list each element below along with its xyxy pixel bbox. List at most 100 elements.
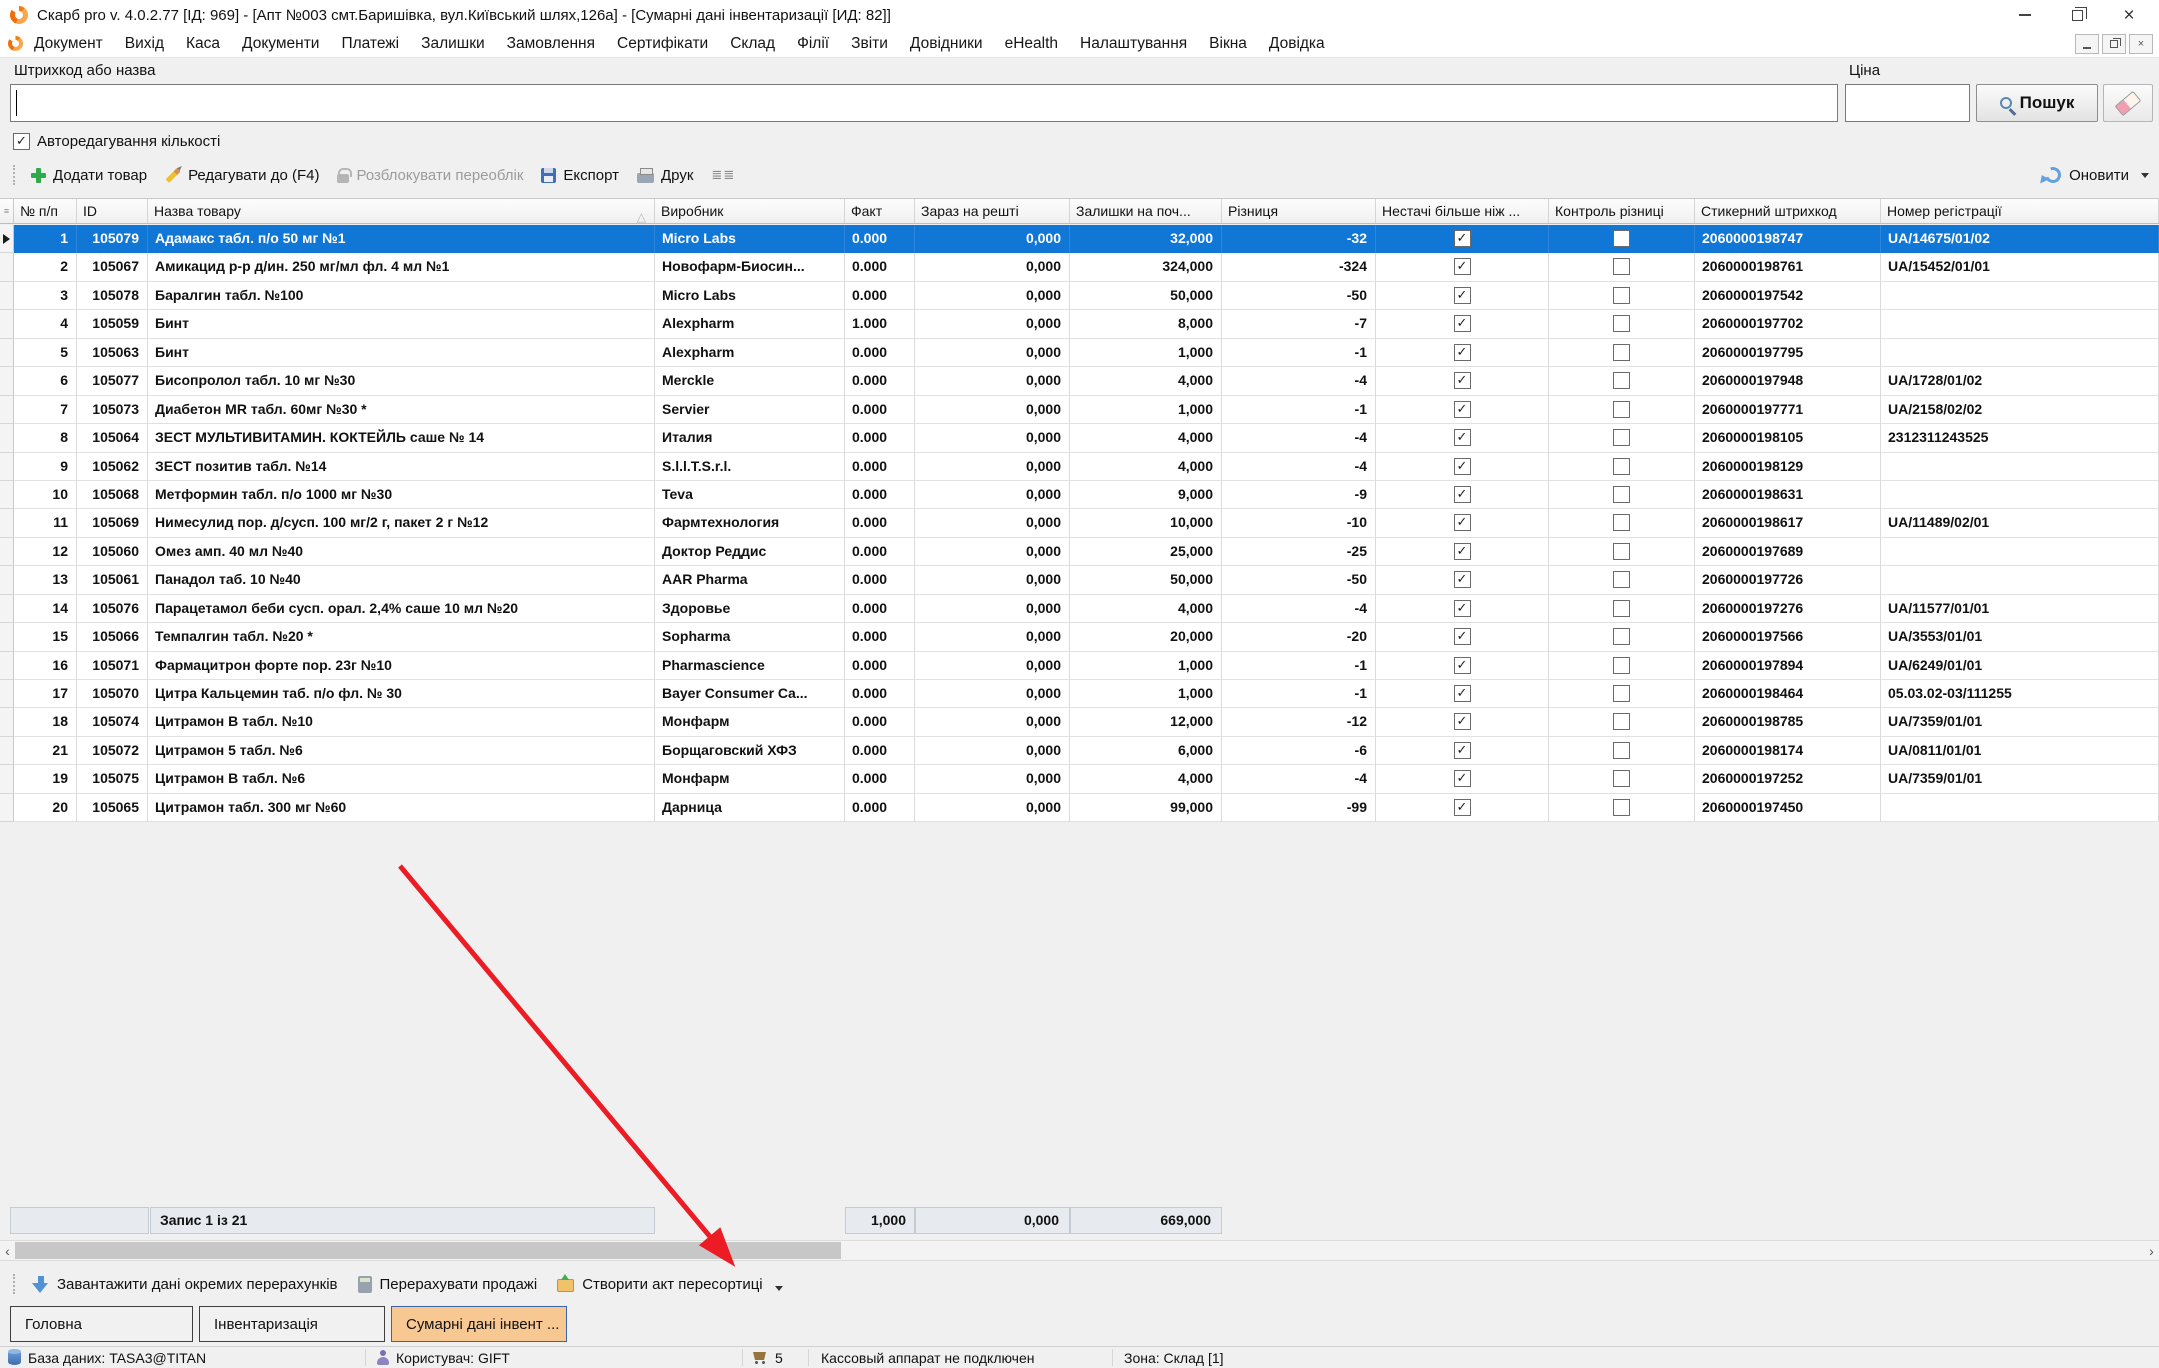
sticker-cell[interactable]: 2060000197795 xyxy=(1695,339,1881,367)
diff-cell[interactable]: -4 xyxy=(1222,595,1376,623)
shortage-cell[interactable]: ✓ xyxy=(1376,339,1549,367)
name-cell[interactable]: Парацетамол беби сусп. орал. 2,4% саше 1… xyxy=(148,595,655,623)
id-cell[interactable]: 105060 xyxy=(77,538,148,566)
row-gutter-cell[interactable] xyxy=(0,708,14,736)
n-cell[interactable]: 20 xyxy=(14,794,77,822)
reg-cell[interactable]: UA/7359/01/01 xyxy=(1881,708,2159,736)
table-row-18[interactable]: 18105074Цитрамон В табл. №10Монфарм0.000… xyxy=(0,708,2159,736)
table-row-8[interactable]: 8105064ЗЕСТ МУЛЬТИВИТАМИН. КОКТЕЙЛЬ саше… xyxy=(0,424,2159,452)
column-header-start[interactable]: Залишки на поч... xyxy=(1070,199,1222,223)
diff-cell[interactable]: -10 xyxy=(1222,509,1376,537)
shortage-checkbox-checked[interactable]: ✓ xyxy=(1454,571,1471,588)
start-cell[interactable]: 20,000 xyxy=(1070,623,1222,651)
menu-item-сертифікати[interactable]: Сертифікати xyxy=(606,35,719,53)
row-gutter-cell[interactable] xyxy=(0,481,14,509)
control-checkbox-unchecked[interactable] xyxy=(1613,600,1630,617)
fact-cell[interactable]: 0.000 xyxy=(845,566,915,594)
menu-item-вікна[interactable]: Вікна xyxy=(1198,35,1258,53)
now-cell[interactable]: 0,000 xyxy=(915,737,1070,765)
minimize-button[interactable] xyxy=(1999,0,2051,30)
n-cell[interactable]: 17 xyxy=(14,680,77,708)
maker-cell[interactable]: S.l.l.T.S.r.l. xyxy=(655,453,845,481)
fact-cell[interactable]: 0.000 xyxy=(845,595,915,623)
fact-cell[interactable]: 0.000 xyxy=(845,453,915,481)
sticker-cell[interactable]: 2060000197726 xyxy=(1695,566,1881,594)
fact-cell[interactable]: 0.000 xyxy=(845,652,915,680)
name-cell[interactable]: Баралгин табл. №100 xyxy=(148,282,655,310)
fact-cell[interactable]: 0.000 xyxy=(845,339,915,367)
column-header-fact[interactable]: Факт xyxy=(845,199,915,223)
reg-cell[interactable]: UA/15452/01/01 xyxy=(1881,253,2159,281)
sticker-cell[interactable]: 2060000197702 xyxy=(1695,310,1881,338)
print-button[interactable]: Друк xyxy=(628,167,702,184)
name-cell[interactable]: ЗЕСТ позитив табл. №14 xyxy=(148,453,655,481)
sticker-cell[interactable]: 2060000197450 xyxy=(1695,794,1881,822)
id-cell[interactable]: 105061 xyxy=(77,566,148,594)
control-checkbox-unchecked[interactable] xyxy=(1613,514,1630,531)
reg-cell[interactable]: UA/11577/01/01 xyxy=(1881,595,2159,623)
edit-button[interactable]: Редагувати до (F4) xyxy=(156,167,328,184)
reg-cell[interactable] xyxy=(1881,453,2159,481)
name-cell[interactable]: Нимесулид пор. д/сусп. 100 мг/2 г, пакет… xyxy=(148,509,655,537)
reg-cell[interactable]: UA/11489/02/01 xyxy=(1881,509,2159,537)
start-cell[interactable]: 99,000 xyxy=(1070,794,1222,822)
start-cell[interactable]: 4,000 xyxy=(1070,367,1222,395)
shortage-checkbox-checked[interactable]: ✓ xyxy=(1454,742,1471,759)
control-checkbox-unchecked[interactable] xyxy=(1613,543,1630,560)
scroll-left-arrow[interactable]: ‹ xyxy=(0,1241,15,1260)
sticker-cell[interactable]: 2060000197566 xyxy=(1695,623,1881,651)
menu-item-склад[interactable]: Склад xyxy=(719,35,786,53)
diff-cell[interactable]: -1 xyxy=(1222,652,1376,680)
price-input[interactable] xyxy=(1845,84,1970,122)
fact-cell[interactable]: 0.000 xyxy=(845,282,915,310)
control-cell[interactable] xyxy=(1549,367,1695,395)
start-cell[interactable]: 324,000 xyxy=(1070,253,1222,281)
reg-cell[interactable]: 05.03.02-03/111255 xyxy=(1881,680,2159,708)
row-gutter-cell[interactable] xyxy=(0,453,14,481)
maker-cell[interactable]: Фармтехнология xyxy=(655,509,845,537)
name-cell[interactable]: Бинт xyxy=(148,339,655,367)
reg-cell[interactable] xyxy=(1881,566,2159,594)
table-row-5[interactable]: 5105063БинтAlexpharm0.0000,0001,000-1✓20… xyxy=(0,339,2159,367)
row-gutter-cell[interactable] xyxy=(0,737,14,765)
start-cell[interactable]: 8,000 xyxy=(1070,310,1222,338)
n-cell[interactable]: 1 xyxy=(14,225,77,253)
table-row-20[interactable]: 20105065Цитрамон табл. 300 мг №60Дарница… xyxy=(0,794,2159,822)
id-cell[interactable]: 105073 xyxy=(77,396,148,424)
start-cell[interactable]: 32,000 xyxy=(1070,225,1222,253)
table-row-15[interactable]: 15105066Темпалгин табл. №20 *Sopharma0.0… xyxy=(0,623,2159,651)
diff-cell[interactable]: -1 xyxy=(1222,680,1376,708)
id-cell[interactable]: 105070 xyxy=(77,680,148,708)
diff-cell[interactable]: -12 xyxy=(1222,708,1376,736)
table-row-1[interactable]: 1105079Адамакс табл. п/о 50 мг №1Micro L… xyxy=(0,225,2159,253)
shortage-checkbox-checked[interactable]: ✓ xyxy=(1454,628,1471,645)
now-cell[interactable]: 0,000 xyxy=(915,225,1070,253)
n-cell[interactable]: 9 xyxy=(14,453,77,481)
maker-cell[interactable]: Micro Labs xyxy=(655,225,845,253)
tab-головна[interactable]: Головна xyxy=(10,1306,193,1342)
mdi-minimize-button[interactable] xyxy=(2075,34,2099,54)
sticker-cell[interactable]: 2060000198747 xyxy=(1695,225,1881,253)
start-cell[interactable]: 50,000 xyxy=(1070,282,1222,310)
id-cell[interactable]: 105079 xyxy=(77,225,148,253)
export-button[interactable]: Експорт xyxy=(532,167,628,184)
fact-cell[interactable]: 0.000 xyxy=(845,481,915,509)
column-chooser-button[interactable]: ≣≣ xyxy=(702,167,744,183)
diff-cell[interactable]: -324 xyxy=(1222,253,1376,281)
diff-cell[interactable]: -4 xyxy=(1222,367,1376,395)
maker-cell[interactable]: Merckle xyxy=(655,367,845,395)
shortage-cell[interactable]: ✓ xyxy=(1376,680,1549,708)
tab-інвентаризація[interactable]: Інвентаризація xyxy=(199,1306,385,1342)
fact-cell[interactable]: 0.000 xyxy=(845,367,915,395)
name-cell[interactable]: Темпалгин табл. №20 * xyxy=(148,623,655,651)
reg-cell[interactable] xyxy=(1881,538,2159,566)
row-gutter-cell[interactable] xyxy=(0,765,14,793)
name-cell[interactable]: Диабетон MR табл. 60мг №30 * xyxy=(148,396,655,424)
control-cell[interactable] xyxy=(1549,652,1695,680)
now-cell[interactable]: 0,000 xyxy=(915,453,1070,481)
reg-cell[interactable]: UA/2158/02/02 xyxy=(1881,396,2159,424)
start-cell[interactable]: 12,000 xyxy=(1070,708,1222,736)
table-row-6[interactable]: 6105077Бисопролол табл. 10 мг №30Merckle… xyxy=(0,367,2159,395)
fact-cell[interactable]: 0.000 xyxy=(845,538,915,566)
column-header-shortage[interactable]: Нестачі більше ніж ... xyxy=(1376,199,1549,223)
